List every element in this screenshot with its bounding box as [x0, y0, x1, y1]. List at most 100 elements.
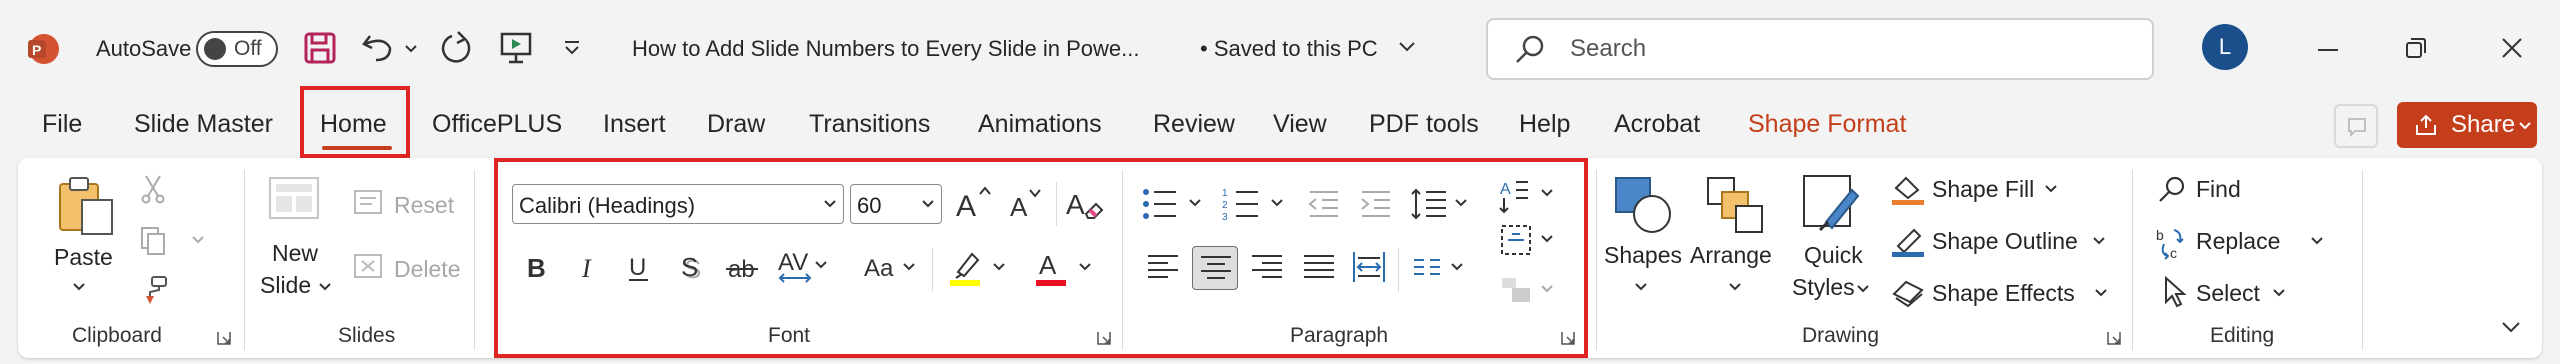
align-right-icon[interactable]	[1250, 250, 1284, 284]
shapes-icon[interactable]	[1612, 174, 1674, 236]
chevron-down-icon[interactable]	[2310, 236, 2324, 246]
distributed-icon[interactable]	[1352, 250, 1386, 284]
quick-styles-icon[interactable]	[1800, 172, 1864, 236]
decrease-indent-icon[interactable]	[1306, 186, 1342, 222]
columns-icon[interactable]	[1410, 250, 1472, 284]
restore-icon[interactable]	[2404, 36, 2428, 60]
replace-label[interactable]: Replace	[2196, 228, 2280, 255]
shape-effects-label[interactable]: Shape Effects	[1932, 280, 2075, 307]
undo-icon[interactable]	[360, 30, 396, 66]
chevron-down-icon[interactable]	[2092, 236, 2106, 246]
text-shadow-icon[interactable]: SS	[676, 250, 706, 284]
shape-effects-icon[interactable]	[1890, 276, 1926, 308]
font-dialog-launcher-icon[interactable]	[1096, 330, 1112, 346]
increase-indent-icon[interactable]	[1358, 186, 1394, 222]
reset-icon[interactable]	[352, 188, 384, 216]
new-slide-dropdown-icon[interactable]	[318, 282, 332, 292]
shape-fill-label[interactable]: Shape Fill	[1932, 176, 2034, 203]
undo-dropdown-icon[interactable]	[404, 44, 418, 54]
font-name-combobox[interactable]: Calibri (Headings)	[512, 184, 844, 224]
tab-officeplus[interactable]: OfficePLUS	[432, 110, 562, 139]
tab-insert[interactable]: Insert	[603, 110, 666, 139]
tab-shape-format[interactable]: Shape Format	[1748, 110, 1906, 139]
decrease-font-size-icon[interactable]: A	[1006, 184, 1046, 224]
chevron-down-icon[interactable]	[823, 195, 837, 213]
delete-label[interactable]: Delete	[394, 256, 460, 283]
save-status[interactable]: • Saved to this PC	[1200, 36, 1378, 62]
redo-icon[interactable]	[438, 30, 474, 66]
font-color-icon[interactable]: A	[1034, 248, 1098, 288]
paste-icon[interactable]	[54, 174, 118, 238]
share-button[interactable]: Share	[2397, 102, 2537, 148]
arrange-label[interactable]: Arrange	[1690, 242, 1772, 269]
tab-view[interactable]: View	[1273, 110, 1327, 139]
increase-font-size-icon[interactable]: A	[954, 184, 994, 224]
bullets-icon[interactable]	[1140, 184, 1206, 224]
highlighter-icon[interactable]	[948, 248, 1012, 288]
avatar[interactable]: L	[2202, 24, 2248, 70]
document-title[interactable]: How to Add Slide Numbers to Every Slide …	[632, 36, 1139, 62]
tab-animations[interactable]: Animations	[978, 110, 1102, 139]
shapes-label[interactable]: Shapes	[1604, 242, 1682, 269]
tab-file[interactable]: File	[42, 110, 82, 139]
tab-acrobat[interactable]: Acrobat	[1614, 110, 1700, 139]
new-slide-icon[interactable]	[266, 174, 328, 230]
chevron-down-icon[interactable]	[1856, 284, 1870, 294]
copy-dropdown-icon[interactable]	[192, 236, 204, 244]
tab-review[interactable]: Review	[1153, 110, 1235, 139]
replace-icon[interactable]: bc	[2154, 226, 2188, 260]
clipboard-dialog-launcher-icon[interactable]	[216, 330, 232, 346]
change-case-icon[interactable]: Aa	[862, 250, 922, 284]
search-box[interactable]: Search	[1486, 18, 2154, 80]
align-center-button[interactable]	[1192, 246, 1238, 290]
collapse-ribbon-icon[interactable]	[2500, 320, 2522, 334]
drawing-dialog-launcher-icon[interactable]	[2106, 330, 2122, 346]
align-left-icon[interactable]	[1146, 250, 1180, 284]
copy-icon[interactable]	[140, 226, 166, 256]
format-painter-icon[interactable]	[138, 274, 170, 306]
justify-icon[interactable]	[1302, 250, 1336, 284]
powerpoint-icon[interactable]: P	[26, 32, 60, 66]
chevron-down-icon[interactable]	[921, 195, 935, 213]
select-cursor-icon[interactable]	[2160, 276, 2190, 310]
save-icon[interactable]	[302, 30, 338, 66]
delete-slide-icon[interactable]	[352, 252, 384, 280]
convert-to-smartart-icon[interactable]	[1498, 272, 1560, 308]
chevron-down-icon[interactable]	[2272, 288, 2286, 298]
chevron-down-icon[interactable]	[1728, 282, 1742, 292]
align-text-icon[interactable]	[1498, 222, 1560, 258]
tab-slide-master[interactable]: Slide Master	[134, 110, 273, 139]
paste-label[interactable]: Paste	[54, 244, 113, 271]
select-label[interactable]: Select	[2196, 280, 2260, 307]
comments-button[interactable]	[2334, 104, 2378, 148]
text-direction-icon[interactable]: A	[1498, 176, 1560, 216]
chevron-down-icon[interactable]	[1634, 282, 1648, 292]
chevron-down-icon[interactable]	[2094, 288, 2108, 298]
italic-icon[interactable]: I	[574, 250, 604, 284]
font-size-combobox[interactable]: 60	[850, 184, 942, 224]
shape-fill-icon[interactable]	[1890, 174, 1926, 206]
close-icon[interactable]	[2500, 36, 2524, 60]
numbering-icon[interactable]: 123	[1222, 184, 1288, 224]
find-icon[interactable]	[2156, 174, 2188, 206]
reset-label[interactable]: Reset	[394, 192, 454, 219]
clear-formatting-icon[interactable]: A	[1064, 184, 1104, 224]
present-from-start-icon[interactable]	[498, 30, 534, 66]
tab-pdf-tools[interactable]: PDF tools	[1369, 110, 1479, 139]
tab-help[interactable]: Help	[1519, 110, 1570, 139]
autosave-toggle[interactable]: Off	[196, 31, 278, 67]
character-spacing-icon[interactable]: AV	[776, 246, 828, 286]
strikethrough-icon[interactable]: ab	[724, 250, 760, 284]
underline-icon[interactable]: U	[624, 250, 654, 284]
find-label[interactable]: Find	[2196, 176, 2241, 203]
chevron-down-icon[interactable]	[2044, 184, 2058, 194]
line-spacing-icon[interactable]	[1410, 184, 1472, 224]
new-slide-label-1[interactable]: New	[272, 240, 318, 267]
customize-toolbar-icon[interactable]	[562, 38, 582, 58]
tab-transitions[interactable]: Transitions	[809, 110, 930, 139]
new-slide-label-2[interactable]: Slide	[260, 272, 311, 299]
arrange-icon[interactable]	[1704, 174, 1766, 236]
quick-styles-label-2[interactable]: Styles	[1792, 274, 1855, 301]
paragraph-dialog-launcher-icon[interactable]	[1560, 330, 1576, 346]
quick-styles-label-1[interactable]: Quick	[1804, 242, 1863, 269]
